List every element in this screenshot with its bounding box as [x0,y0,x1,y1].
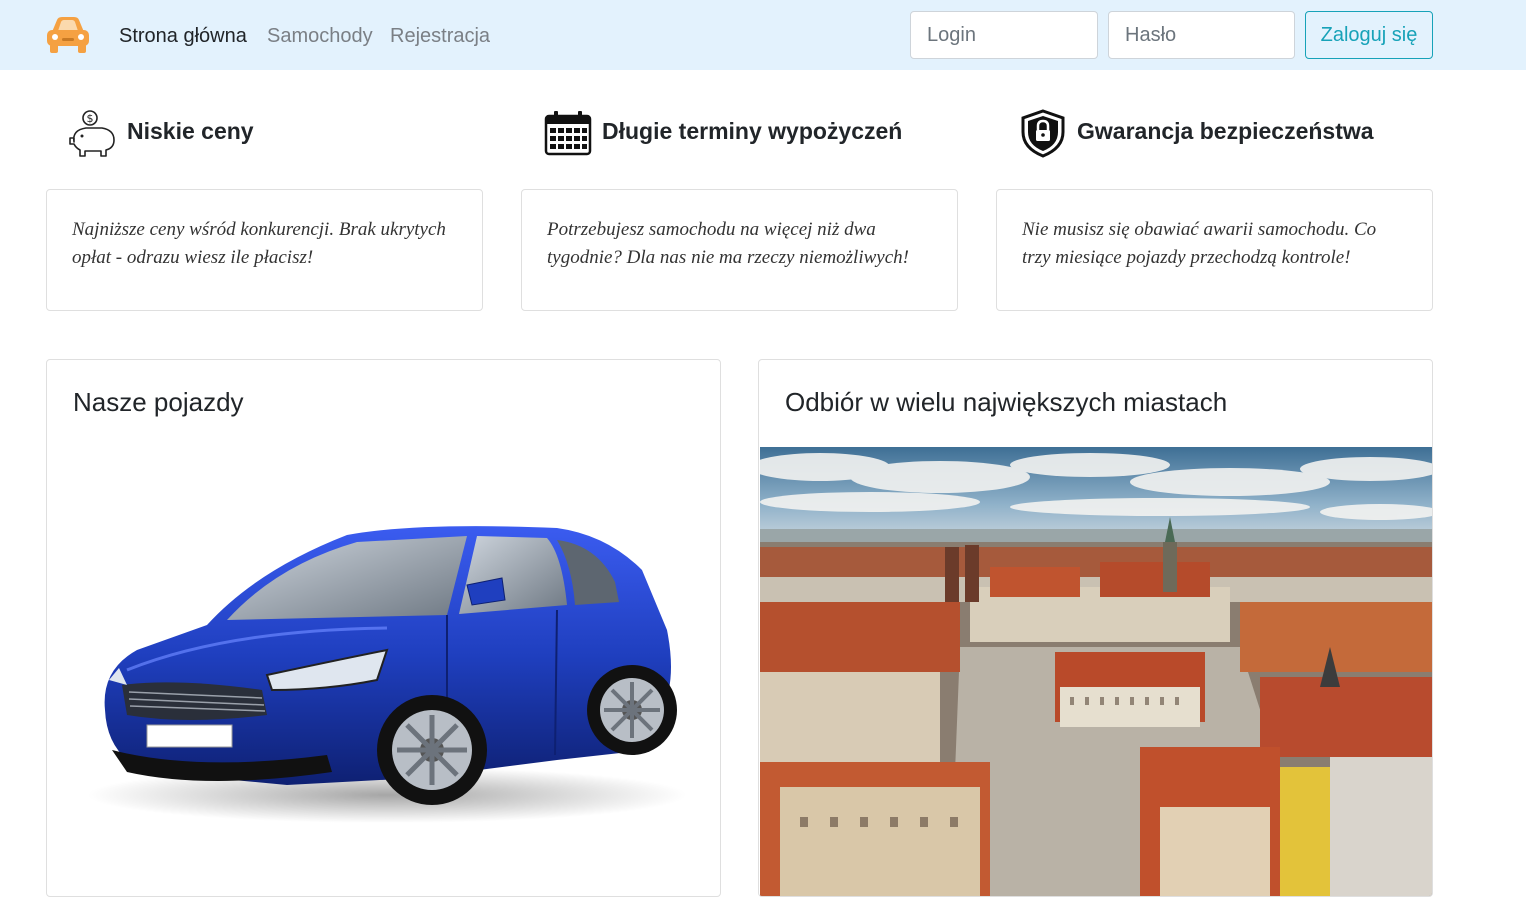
login-input[interactable] [910,11,1098,59]
feature-card-prices: Najniższe ceny wśród konkurencji. Brak u… [46,189,483,311]
svg-text:$: $ [87,112,94,125]
piggy-bank-icon: $ [68,108,118,158]
password-input[interactable] [1108,11,1295,59]
cities-card: Odbiór w wielu największych miastach [758,359,1433,897]
blue-car-image [87,510,687,830]
feature-title: Długie terminy wypożyczeń [602,118,903,144]
calendar-icon [543,108,593,158]
car-icon[interactable] [44,12,92,58]
shield-lock-icon [1018,108,1068,158]
login-button[interactable]: Zaloguj się [1305,11,1433,59]
card-title: Odbiór w wielu największych miastach [785,387,1228,417]
feature-card-terms: Potrzebujesz samochodu na więcej niż dwa… [521,189,958,311]
vehicles-card: Nasze pojazdy [46,359,721,897]
nav-link-cars[interactable]: Samochody [267,24,373,48]
nav-link-home[interactable]: Strona główna [119,24,247,48]
nav-link-register[interactable]: Rejestracja [390,24,490,48]
city-aerial-image [759,447,1432,896]
navbar: Strona główna Samochody Rejestracja Zalo… [0,0,1526,70]
feature-title: Niskie ceny [127,118,254,144]
feature-title: Gwarancja bezpieczeństwa [1077,118,1374,144]
feature-card-safety: Nie musisz się obawiać awarii samochodu.… [996,189,1433,311]
card-title: Nasze pojazdy [73,387,244,417]
